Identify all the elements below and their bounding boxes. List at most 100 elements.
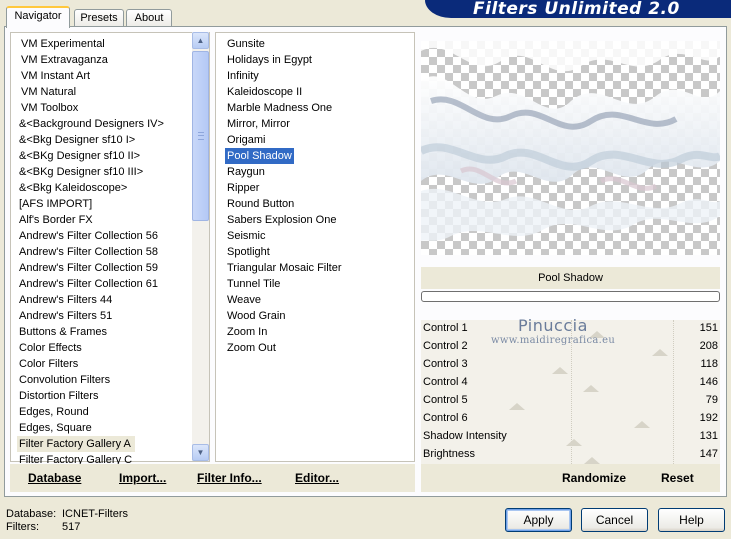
category-item[interactable]: &<BKg Designer sf10 II> bbox=[17, 148, 140, 164]
category-item[interactable]: Andrew's Filter Collection 61 bbox=[17, 276, 158, 292]
filter-item[interactable]: Spotlight bbox=[225, 244, 270, 260]
tab-about[interactable]: About bbox=[126, 9, 172, 27]
filter-item[interactable]: Marble Madness One bbox=[225, 100, 332, 116]
scroll-thumb[interactable] bbox=[192, 51, 209, 221]
filters-label: Filters: bbox=[6, 521, 39, 533]
control-label: Control 6 bbox=[423, 412, 468, 424]
slider-thumb[interactable] bbox=[651, 349, 668, 356]
category-item[interactable]: Andrew's Filters 51 bbox=[17, 308, 112, 324]
control-value: 147 bbox=[699, 448, 718, 460]
category-item[interactable]: Convolution Filters bbox=[17, 372, 110, 388]
scroll-up-button[interactable]: ▲ bbox=[192, 32, 209, 49]
database-value: ICNET-Filters bbox=[62, 508, 128, 520]
apply-button[interactable]: Apply bbox=[505, 508, 572, 532]
control-value: 79 bbox=[705, 394, 718, 406]
category-item[interactable]: Edges, Square bbox=[17, 420, 92, 436]
filter-item[interactable]: Kaleidoscope II bbox=[225, 84, 302, 100]
filter-item[interactable]: Pool Shadow bbox=[225, 148, 294, 164]
category-item[interactable]: VM Toolbox bbox=[19, 100, 78, 116]
control-label: Control 1 bbox=[423, 322, 468, 334]
category-item[interactable]: [AFS IMPORT] bbox=[17, 196, 92, 212]
filter-item[interactable]: Gunsite bbox=[225, 36, 265, 52]
reset-button[interactable]: Reset bbox=[661, 464, 694, 492]
category-item[interactable]: Distortion Filters bbox=[17, 388, 98, 404]
filter-item[interactable]: Raygun bbox=[225, 164, 265, 180]
help-button[interactable]: Help bbox=[658, 508, 725, 532]
control-row[interactable]: Control 5 79 bbox=[421, 392, 720, 410]
category-item[interactable]: VM Extravaganza bbox=[19, 52, 108, 68]
category-item[interactable]: Andrew's Filters 44 bbox=[17, 292, 112, 308]
selected-filter-name: Pool Shadow bbox=[421, 267, 720, 289]
category-item[interactable]: Filter Factory Gallery A bbox=[17, 436, 135, 452]
control-row[interactable]: Control 4 146 bbox=[421, 374, 720, 392]
control-label: Control 5 bbox=[423, 394, 468, 406]
category-item[interactable]: &<BKg Designer sf10 III> bbox=[17, 164, 143, 180]
left-button-bar: Database Import... Filter Info... Editor… bbox=[10, 464, 415, 492]
database-label: Database: bbox=[6, 508, 57, 520]
filter-item[interactable]: Origami bbox=[225, 132, 266, 148]
scroll-down-button[interactable]: ▼ bbox=[192, 444, 209, 461]
filter-item[interactable]: Triangular Mosaic Filter bbox=[225, 260, 342, 276]
filter-item[interactable]: Wood Grain bbox=[225, 308, 286, 324]
category-item[interactable]: Color Effects bbox=[17, 340, 82, 356]
category-item[interactable]: Color Filters bbox=[17, 356, 78, 372]
database-button[interactable]: Database bbox=[28, 464, 81, 492]
slider-thumb[interactable] bbox=[551, 367, 568, 374]
navigator-panel: VM Experimental VM Extravaganza VM Instant… bbox=[4, 26, 727, 497]
cancel-button[interactable]: Cancel bbox=[581, 508, 648, 532]
filter-item[interactable]: Ripper bbox=[225, 180, 259, 196]
watermark-url: www.maidiregrafica.eu bbox=[491, 335, 616, 346]
control-label: Brightness bbox=[423, 448, 475, 460]
filter-item[interactable]: Zoom Out bbox=[225, 340, 276, 356]
control-label: Control 3 bbox=[423, 358, 468, 370]
filter-item[interactable]: Weave bbox=[225, 292, 261, 308]
control-label: Control 4 bbox=[423, 376, 468, 388]
category-item[interactable]: &<Bkg Kaleidoscope> bbox=[17, 180, 127, 196]
filter-item[interactable]: Tunnel Tile bbox=[225, 276, 280, 292]
filter-item[interactable]: Seismic bbox=[225, 228, 266, 244]
tab-navigator[interactable]: Navigator bbox=[6, 6, 70, 28]
control-row[interactable]: Brightness 147 bbox=[421, 446, 720, 464]
control-row[interactable]: Control 3 118 bbox=[421, 356, 720, 374]
filters-count: 517 bbox=[62, 521, 81, 533]
category-item[interactable]: Andrew's Filter Collection 56 bbox=[17, 228, 158, 244]
slider-thumb[interactable] bbox=[566, 439, 583, 446]
category-item[interactable]: Edges, Round bbox=[17, 404, 89, 420]
slider-thumb[interactable] bbox=[583, 385, 600, 392]
editor-button[interactable]: Editor... bbox=[295, 464, 339, 492]
control-value: 131 bbox=[699, 430, 718, 442]
filter-item[interactable]: Mirror, Mirror bbox=[225, 116, 290, 132]
slider-thumb[interactable] bbox=[634, 421, 651, 428]
control-row[interactable]: Control 6 192 bbox=[421, 410, 720, 428]
filter-item[interactable]: Round Button bbox=[225, 196, 294, 212]
status-info: Database: ICNET-Filters Filters: 517 bbox=[6, 508, 128, 534]
category-item[interactable]: VM Experimental bbox=[19, 36, 105, 52]
category-item[interactable]: Andrew's Filter Collection 59 bbox=[17, 260, 158, 276]
filter-info-button[interactable]: Filter Info... bbox=[197, 464, 262, 492]
filter-item[interactable]: Sabers Explosion One bbox=[225, 212, 336, 228]
filter-item[interactable]: Zoom In bbox=[225, 324, 267, 340]
import-button[interactable]: Import... bbox=[119, 464, 166, 492]
control-row[interactable]: Shadow Intensity 131 bbox=[421, 428, 720, 446]
category-item[interactable]: VM Instant Art bbox=[19, 68, 90, 84]
category-list[interactable]: VM Experimental VM Extravaganza VM Instant… bbox=[10, 32, 210, 466]
category-item[interactable]: Andrew's Filter Collection 58 bbox=[17, 244, 158, 260]
category-item[interactable]: VM Natural bbox=[19, 84, 76, 100]
filter-item[interactable]: Holidays in Egypt bbox=[225, 52, 312, 68]
tab-presets[interactable]: Presets bbox=[74, 9, 124, 27]
category-item[interactable]: &<Background Designers IV> bbox=[17, 116, 164, 132]
category-item[interactable]: Buttons & Frames bbox=[17, 324, 107, 340]
filter-item[interactable]: Infinity bbox=[225, 68, 259, 84]
slider-thumb[interactable] bbox=[508, 403, 525, 410]
filter-list[interactable]: Gunsite Holidays in Egypt Infinity Kaleidos… bbox=[215, 32, 415, 462]
randomize-button[interactable]: Randomize bbox=[562, 464, 626, 492]
title-banner: Filters Unlimited 2.0 bbox=[425, 0, 731, 19]
grip-icon bbox=[198, 132, 204, 140]
slider-thumb[interactable] bbox=[584, 457, 601, 464]
category-item[interactable]: Alf's Border FX bbox=[17, 212, 93, 228]
category-scrollbar[interactable]: ▲ ▼ bbox=[192, 32, 209, 461]
control-value: 146 bbox=[699, 376, 718, 388]
preview-image bbox=[421, 41, 720, 255]
app-title: Filters Unlimited 2.0 bbox=[473, 0, 680, 19]
category-item[interactable]: &<Bkg Designer sf10 I> bbox=[17, 132, 135, 148]
